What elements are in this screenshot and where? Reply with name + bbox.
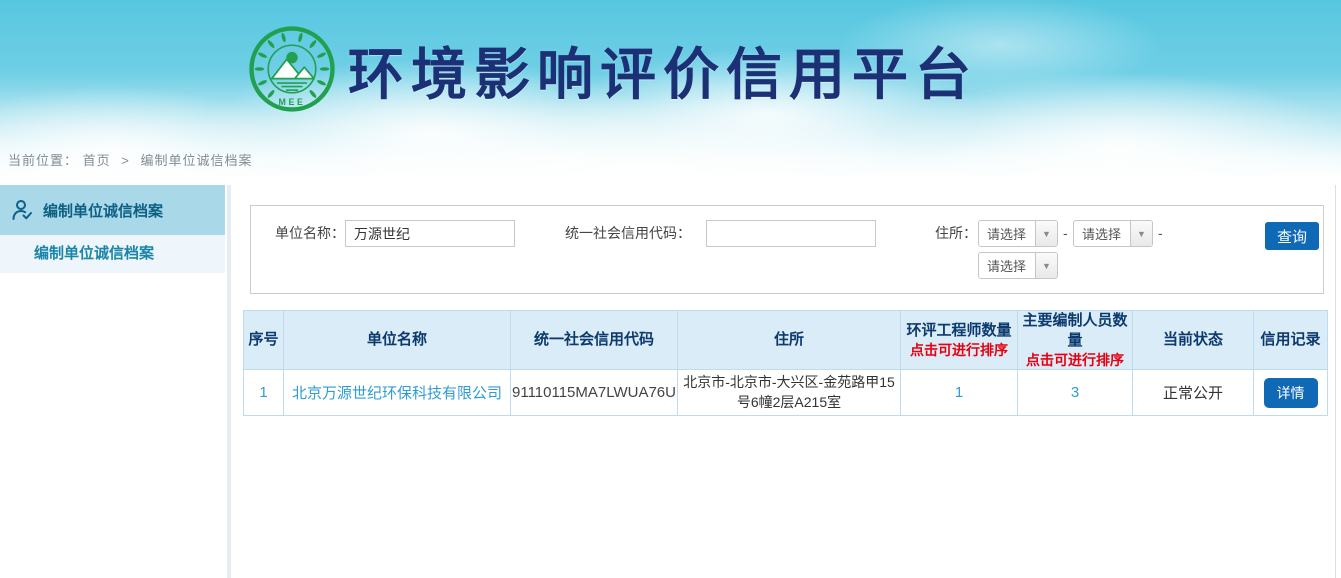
col-header-status: 当前状态 [1133,311,1254,370]
row-index: 1 [244,370,284,416]
province-select[interactable]: 请选择 ▼ [978,220,1058,247]
unit-name-input[interactable] [345,220,515,247]
engineer-count-link[interactable]: 1 [955,384,963,401]
results-table: 序号 单位名称 统一社会信用代码 住所 环评工程师数量 点击可进行排序 主要编制… [243,310,1327,416]
sort-hint: 点击可进行排序 [1018,351,1132,369]
sidebar-section-archive[interactable]: 编制单位诚信档案 [0,185,225,235]
breadcrumb-current: 编制单位诚信档案 [141,153,253,168]
svg-text:MEE: MEE [279,97,306,107]
user-check-icon [10,198,34,222]
credit-code-input[interactable] [706,220,876,247]
col-header-address: 住所 [678,311,901,370]
col-header-company: 单位名称 [284,311,511,370]
unit-name-label: 单位名称： [275,220,345,247]
breadcrumb: 当前位置： 首页 > 编制单位诚信档案 [8,150,253,169]
search-panel: 单位名称： 统一社会信用代码： 住所： 请选择 ▼ - 请选择 ▼ - 请选择 … [250,205,1324,294]
col-header-index: 序号 [244,311,284,370]
address-value: 北京市-北京市-大兴区-金苑路甲15号6幢2层A215室 [678,370,901,416]
city-select-value: 请选择 [1074,224,1130,243]
province-select-value: 请选择 [979,224,1035,243]
breadcrumb-home-link[interactable]: 首页 [83,153,111,168]
sidebar-section-label: 编制单位诚信档案 [43,200,163,221]
credit-code-label: 统一社会信用代码： [565,220,691,247]
mee-logo-icon: MEE [248,25,336,113]
company-name-link[interactable]: 北京万源世纪环保科技有限公司 [292,385,502,402]
sidebar-divider [227,185,231,578]
col-header-credit-code: 统一社会信用代码 [511,311,678,370]
col-header-staff-count-label: 主要编制人员数量 [1018,311,1132,350]
table-row: 1 北京万源世纪环保科技有限公司 91110115MA7LWUA76U 北京市-… [244,370,1328,416]
chevron-down-icon[interactable]: ▼ [1035,221,1057,246]
status-value: 正常公开 [1133,370,1254,416]
address-separator: - [1063,225,1068,241]
query-button[interactable]: 查询 [1265,222,1319,250]
address-separator: - [1158,225,1163,241]
col-header-credit-record: 信用记录 [1254,311,1328,370]
site-header: MEE 环境影响评价信用平台 当前位置： 首页 > 编制单位诚信档案 [0,0,1341,180]
page-title: 环境影响评价信用平台 [348,30,978,111]
staff-count-link[interactable]: 3 [1071,384,1079,401]
sidebar: 编制单位诚信档案 编制单位诚信档案 [0,185,225,578]
sidebar-item-archive[interactable]: 编制单位诚信档案 [0,235,225,273]
district-select-value: 请选择 [979,256,1035,275]
col-header-staff-count-sort[interactable]: 主要编制人员数量 点击可进行排序 [1018,311,1133,370]
table-header-row: 序号 单位名称 统一社会信用代码 住所 环评工程师数量 点击可进行排序 主要编制… [244,311,1328,370]
chevron-down-icon[interactable]: ▼ [1130,221,1152,246]
sort-hint: 点击可进行排序 [901,341,1017,359]
breadcrumb-prefix: 当前位置： [8,153,78,168]
district-select[interactable]: 请选择 ▼ [978,252,1058,279]
sidebar-item-label: 编制单位诚信档案 [34,245,154,262]
content-right-border [1335,185,1336,578]
city-select[interactable]: 请选择 ▼ [1073,220,1153,247]
credit-code-value: 91110115MA7LWUA76U [511,370,678,416]
col-header-engineer-count-label: 环评工程师数量 [901,321,1017,341]
breadcrumb-separator: > [121,153,130,168]
chevron-down-icon[interactable]: ▼ [1035,253,1057,278]
col-header-engineer-count-sort[interactable]: 环评工程师数量 点击可进行排序 [901,311,1018,370]
address-label: 住所： [935,220,977,247]
detail-button[interactable]: 详情 [1264,378,1318,408]
